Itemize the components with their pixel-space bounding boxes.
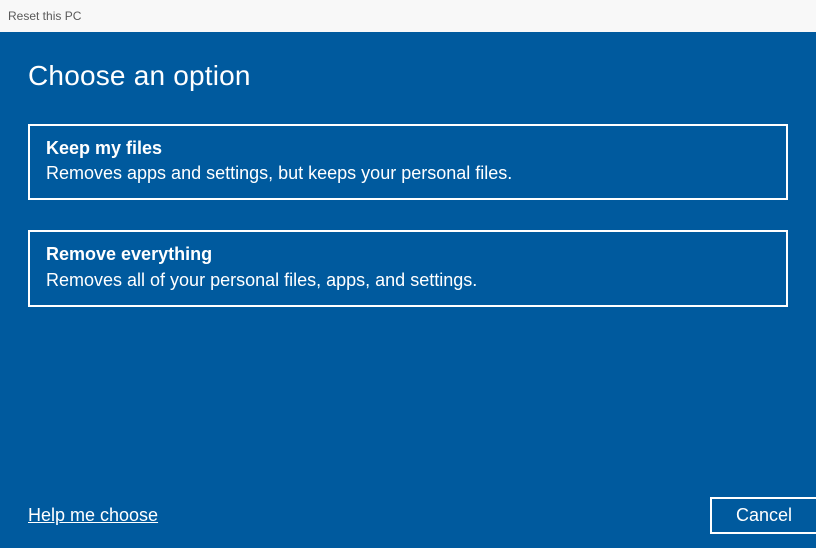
option-keep-my-files[interactable]: Keep my files Removes apps and settings,…	[28, 124, 788, 200]
option-remove-everything[interactable]: Remove everything Removes all of your pe…	[28, 230, 788, 306]
cancel-button[interactable]: Cancel	[710, 497, 816, 534]
option-title: Keep my files	[46, 136, 770, 161]
options-list: Keep my files Removes apps and settings,…	[28, 124, 788, 307]
page-heading: Choose an option	[28, 60, 788, 92]
dialog-content: Choose an option Keep my files Removes a…	[0, 32, 816, 548]
option-description: Removes apps and settings, but keeps you…	[46, 161, 770, 186]
option-title: Remove everything	[46, 242, 770, 267]
option-description: Removes all of your personal files, apps…	[46, 268, 770, 293]
window-title: Reset this PC	[8, 9, 81, 23]
help-me-choose-link[interactable]: Help me choose	[28, 505, 158, 526]
dialog-footer: Help me choose Cancel	[28, 497, 816, 534]
reset-pc-window: Reset this PC Choose an option Keep my f…	[0, 0, 816, 548]
window-titlebar: Reset this PC	[0, 0, 816, 32]
